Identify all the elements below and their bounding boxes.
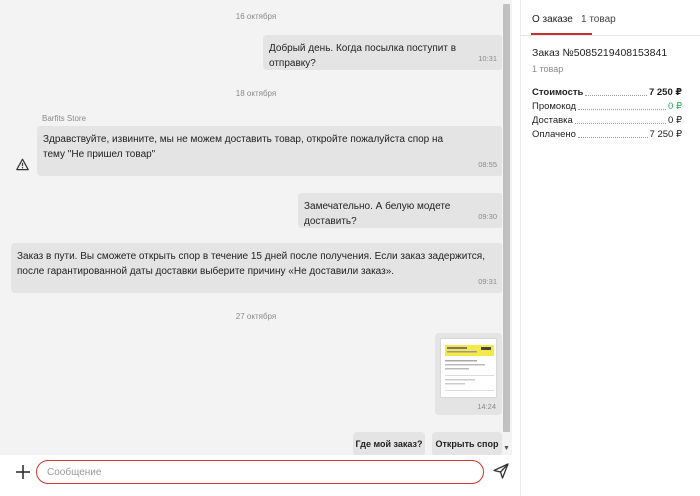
dotted-leader xyxy=(578,100,667,110)
dotted-leader xyxy=(577,128,648,138)
sender-name: Barfits Store xyxy=(42,114,87,123)
chat-pane: 16 октября Добрый день. Когда посылка по… xyxy=(0,0,520,496)
message-text: Замечательно. А белую модете доставить? xyxy=(304,201,451,227)
message-time: 09:30 xyxy=(478,212,497,221)
date-separator: 16 октября xyxy=(235,12,277,21)
dotted-leader xyxy=(585,86,647,96)
dotted-leader xyxy=(574,114,667,124)
send-icon[interactable] xyxy=(492,462,510,480)
message-time: 08:55 xyxy=(478,160,497,169)
summary-label: Промокод xyxy=(532,101,577,112)
summary-label: Доставка xyxy=(532,115,573,126)
panel-tabs: О заказе 1 товар xyxy=(521,0,700,36)
summary-label: Стоимость xyxy=(532,87,584,98)
summary-value: 7 250 ₽ xyxy=(649,129,682,140)
summary-row-promo: Промокод 0 ₽ xyxy=(532,100,682,114)
tab-about-order[interactable]: О заказе xyxy=(532,14,573,25)
message-image[interactable]: 14:24 xyxy=(435,333,502,415)
quick-reply-where-is-order-button[interactable]: Где мой заказ? xyxy=(353,432,425,455)
message-text: Добрый день. Когда посылка поступит в от… xyxy=(269,43,457,69)
summary-row-paid: Оплачено 7 250 ₽ xyxy=(532,128,682,142)
message-outgoing: Добрый день. Когда посылка поступит в от… xyxy=(263,35,503,70)
summary-value: 7 250 ₽ xyxy=(648,87,682,98)
message-outgoing: Замечательно. А белую модете доставить? … xyxy=(298,193,503,228)
summary-label: Оплачено xyxy=(532,129,576,140)
scrollbar-thumb[interactable] xyxy=(503,4,510,432)
message-text: Здравствуйте, извините, мы не можем дост… xyxy=(43,134,444,160)
quick-reply-open-dispute-button[interactable]: Открыть спор xyxy=(432,432,502,455)
summary-row-delivery: Доставка 0 ₽ xyxy=(532,114,682,128)
message-time: 14:24 xyxy=(477,402,496,411)
message-incoming: Заказ в пути. Вы сможете открыть спор в … xyxy=(11,243,503,293)
order-details-panel: О заказе 1 товар Заказ №5085219408153841… xyxy=(520,0,700,496)
app-window: 16 октября Добрый день. Когда посылка по… xyxy=(0,0,700,496)
message-text: Заказ в пути. Вы сможете открыть спор в … xyxy=(17,251,485,277)
date-separator: 18 октября xyxy=(235,89,277,98)
image-thumbnail[interactable] xyxy=(440,338,497,398)
order-number: Заказ №5085219408153841 xyxy=(532,47,668,59)
chevron-down-icon[interactable]: ▼ xyxy=(502,444,511,453)
chat-history[interactable]: 16 октября Добрый день. Когда посылка по… xyxy=(0,0,512,455)
date-separator: 27 октября xyxy=(235,312,277,321)
message-time: 10:31 xyxy=(478,54,497,63)
message-input[interactable] xyxy=(36,460,484,484)
order-summary: Стоимость 7 250 ₽ Промокод 0 ₽ Доставка … xyxy=(532,86,682,142)
message-time: 09:31 xyxy=(478,277,497,286)
summary-row-cost: Стоимость 7 250 ₽ xyxy=(532,86,682,100)
summary-value: 0 ₽ xyxy=(668,101,682,112)
active-tab-indicator xyxy=(531,33,592,35)
summary-value: 0 ₽ xyxy=(668,115,682,126)
plus-icon[interactable] xyxy=(14,463,32,481)
warning-triangle-icon[interactable] xyxy=(16,158,29,171)
message-incoming: Здравствуйте, извините, мы не можем дост… xyxy=(37,126,503,176)
tab-items[interactable]: 1 товар xyxy=(581,14,616,25)
items-count: 1 товар xyxy=(532,64,564,74)
